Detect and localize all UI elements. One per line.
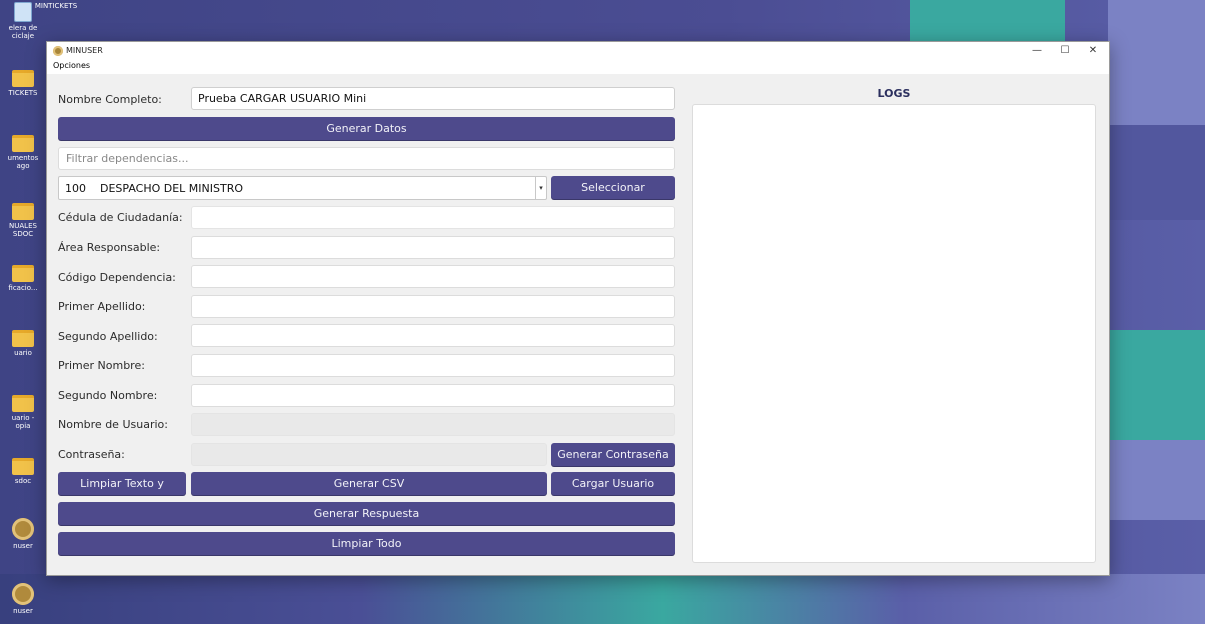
cedula-field[interactable]: [191, 206, 675, 229]
primer-nombre-label: Primer Nombre:: [58, 359, 145, 372]
title-bar[interactable]: MINUSER — ☐ ✕: [47, 42, 1109, 59]
app-icon: [12, 518, 34, 540]
codigo-dependencia-field[interactable]: [191, 265, 675, 288]
app-icon: [53, 46, 63, 56]
main-content: Nombre Completo: Prueba CARGAR USUARIO M…: [47, 74, 1109, 575]
folder-icon: [12, 330, 34, 347]
desktop-icon-folder[interactable]: NUALES SDOC: [0, 203, 46, 238]
segundo-apellido-label: Segundo Apellido:: [58, 330, 158, 343]
generar-datos-button[interactable]: Generar Datos: [58, 117, 675, 141]
desktop-icon-folder[interactable]: uario: [0, 330, 46, 357]
desktop-light-tile-2: [1108, 440, 1205, 520]
folder-icon: [12, 458, 34, 475]
primer-apellido-field[interactable]: [191, 295, 675, 318]
dependencia-selected-value: 100 DESPACHO DEL MINISTRO: [65, 182, 244, 195]
minimize-button[interactable]: —: [1023, 43, 1051, 58]
desktop-icon-label: elera de ciclaje: [8, 24, 38, 40]
logs-title: LOGS: [877, 87, 911, 100]
desktop-icon-label: ficacio...: [8, 284, 38, 292]
app-window: MINUSER — ☐ ✕ Opciones Nombre Completo: …: [46, 41, 1110, 576]
desktop-icon-label: nuser: [13, 607, 33, 615]
desktop-icon-label: nuser: [13, 542, 33, 550]
area-responsable-field[interactable]: [191, 236, 675, 259]
chevron-down-icon[interactable]: ▾: [535, 177, 546, 199]
codigo-dependencia-label: Código Dependencia:: [58, 271, 176, 284]
desktop-bottom-strip: [0, 574, 1205, 624]
nombre-usuario-field[interactable]: [191, 413, 675, 436]
app-icon: [12, 583, 34, 605]
desktop-icon-minuser[interactable]: nuser: [0, 583, 46, 615]
generar-contrasena-button[interactable]: Generar Contraseña: [551, 443, 675, 467]
cargar-usuario-button[interactable]: Cargar Usuario: [551, 472, 675, 496]
desktop-icon-label: umentos ago: [7, 154, 39, 170]
desktop-icon-recycle-bin[interactable]: elera de ciclaje: [0, 2, 46, 40]
desktop-icon-minuser[interactable]: nuser: [0, 518, 46, 550]
nombre-usuario-label: Nombre de Usuario:: [58, 418, 168, 431]
folder-icon: [12, 70, 34, 87]
limpiar-texto-button[interactable]: Limpiar Texto y Números: [58, 472, 186, 513]
contrasena-label: Contraseña:: [58, 448, 125, 461]
segundo-apellido-field[interactable]: [191, 324, 675, 347]
cedula-label: Cédula de Ciudadanía:: [58, 211, 183, 224]
desktop-icon-folder[interactable]: sdoc: [0, 458, 46, 485]
window-title: MINUSER: [66, 46, 103, 55]
desktop-icon-folder[interactable]: TICKETS: [0, 70, 46, 97]
desktop-dark-tile: [1108, 125, 1205, 220]
close-button[interactable]: ✕: [1079, 43, 1107, 58]
desktop-icon-label: NUALES SDOC: [9, 222, 37, 238]
generar-respuesta-button[interactable]: Generar Respuesta: [58, 502, 675, 526]
folder-icon: [12, 395, 34, 412]
area-responsable-label: Área Responsable:: [58, 241, 161, 254]
filtrar-dependencias-input[interactable]: Filtrar dependencias...: [58, 147, 675, 170]
logs-textarea[interactable]: [692, 104, 1096, 563]
desktop-icon-column: elera de ciclaje TICKETS umentos ago NUA…: [0, 0, 46, 624]
primer-nombre-field[interactable]: [191, 354, 675, 377]
desktop-icon-label: TICKETS: [8, 89, 38, 97]
menu-bar: Opciones: [47, 59, 1109, 74]
recycle-bin-icon: [14, 2, 32, 22]
maximize-button[interactable]: ☐: [1051, 43, 1079, 58]
desktop-icon-label: sdoc: [14, 477, 32, 485]
nombre-completo-input[interactable]: Prueba CARGAR USUARIO Mini: [191, 87, 675, 110]
desktop-icon-folder[interactable]: umentos ago: [0, 135, 46, 170]
desktop-icon-label: uario: [14, 349, 32, 357]
desktop-teal-tile-2: [1108, 330, 1205, 440]
limpiar-todo-button[interactable]: Limpiar Todo: [58, 532, 675, 556]
folder-icon: [12, 135, 34, 152]
segundo-nombre-label: Segundo Nombre:: [58, 389, 158, 402]
desktop-icon-folder[interactable]: ficacio...: [0, 265, 46, 292]
contrasena-field[interactable]: [191, 443, 547, 466]
folder-icon: [12, 265, 34, 282]
desktop-icon-folder[interactable]: uario - opia: [0, 395, 46, 430]
menu-opciones[interactable]: Opciones: [53, 61, 90, 70]
dependencia-select[interactable]: 100 DESPACHO DEL MINISTRO ▾: [58, 176, 547, 200]
desktop-icon-label: uario - opia: [11, 414, 35, 430]
folder-icon: [12, 203, 34, 220]
desktop-light-tile: [1108, 0, 1205, 125]
generar-csv-button[interactable]: Generar CSV: [191, 472, 547, 496]
seleccionar-dependencia-button[interactable]: Seleccionar Dependencia: [551, 176, 675, 217]
primer-apellido-label: Primer Apellido:: [58, 300, 146, 313]
segundo-nombre-field[interactable]: [191, 384, 675, 407]
nombre-completo-label: Nombre Completo:: [58, 93, 162, 106]
desktop-teal-tile: [910, 0, 1065, 45]
